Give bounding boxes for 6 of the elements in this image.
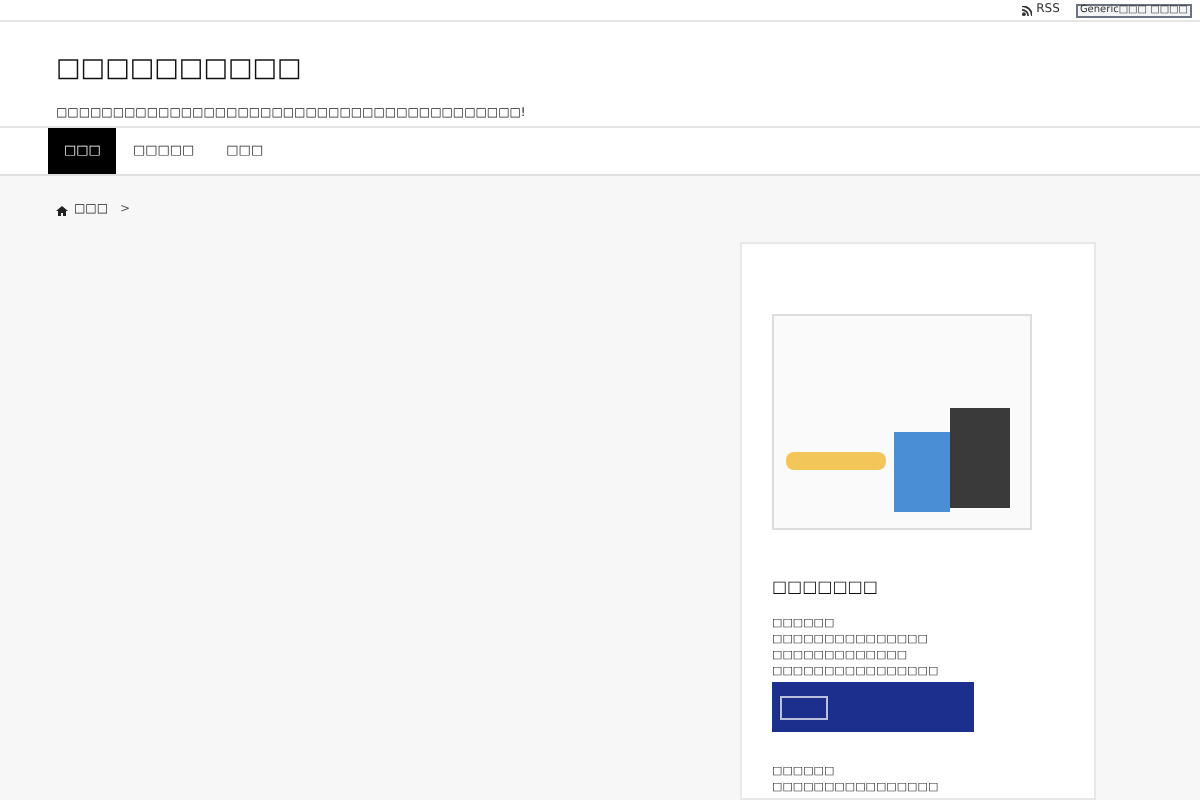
rss-icon — [1022, 5, 1033, 15]
home-icon — [56, 205, 68, 215]
sidebar-heading: □□□□□□□ — [772, 580, 880, 596]
site-title[interactable]: □□□□□□□□□□ — [56, 52, 302, 88]
logo-banner-image[interactable] — [772, 682, 974, 732]
ad-banner-image[interactable] — [772, 314, 1032, 530]
